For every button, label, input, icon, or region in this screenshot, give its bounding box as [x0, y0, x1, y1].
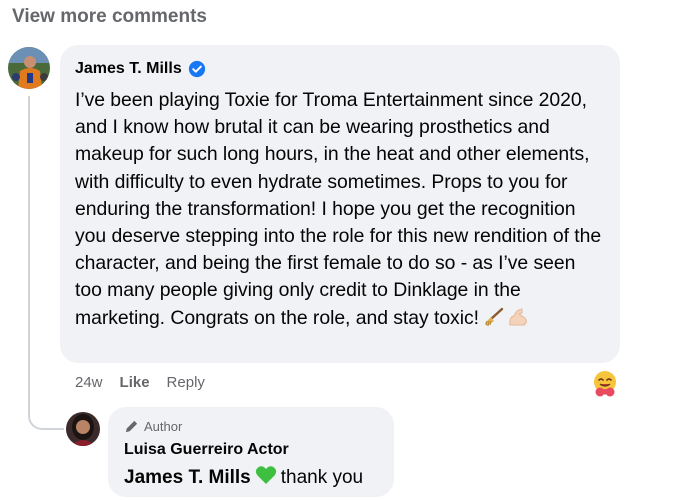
verified-badge-icon: [188, 60, 205, 78]
comment-actions: 24w Like Reply: [75, 374, 205, 391]
comment-author-name[interactable]: James T. Mills: [75, 60, 182, 78]
reply-text: thank you: [280, 467, 364, 488]
comment-timestamp[interactable]: 24w: [75, 374, 103, 391]
avatar-luisa[interactable]: [66, 412, 100, 446]
flexed-biceps-icon: [507, 307, 529, 335]
pencil-icon: [125, 420, 138, 432]
reply-bubble: Author Luisa Guerreiro Actor James T. Mi…: [108, 407, 394, 497]
thread-connector: [28, 96, 64, 430]
reply-button[interactable]: Reply: [167, 374, 205, 391]
author-badge: Author: [124, 417, 380, 435]
broom-icon: [482, 307, 504, 335]
comment-text: I’ve been playing Toxie for Troma Entert…: [75, 89, 602, 329]
author-badge-label: Author: [144, 418, 183, 434]
reply-author-name[interactable]: Luisa Guerreiro Actor: [124, 441, 380, 459]
mention-link[interactable]: James T. Mills: [124, 467, 251, 489]
avatar-james[interactable]: [8, 47, 50, 89]
hugging-face-icon[interactable]: [591, 369, 619, 397]
reply-body: James T. Mills thank you: [124, 465, 380, 491]
view-more-comments-link[interactable]: View more comments: [12, 6, 207, 28]
green-heart-icon: [255, 465, 277, 491]
comment-body: I’ve been playing Toxie for Troma Entert…: [75, 87, 606, 335]
like-button[interactable]: Like: [120, 374, 150, 391]
comment-bubble: James T. Mills I’ve been playing Toxie f…: [60, 45, 620, 363]
